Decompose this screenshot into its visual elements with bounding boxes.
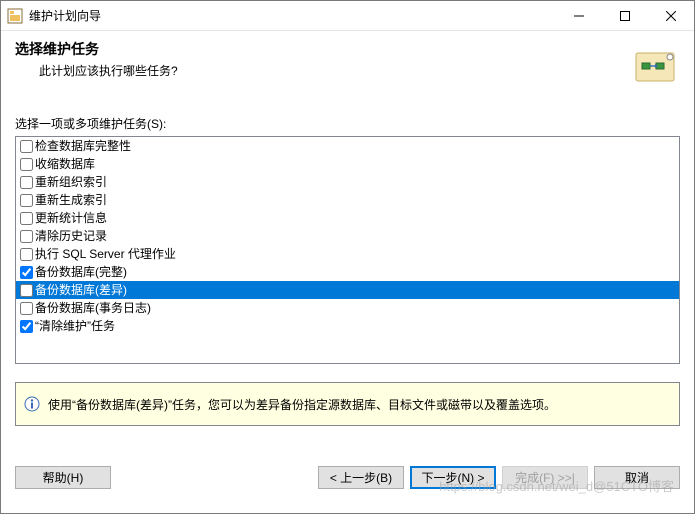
window-title: 维护计划向导 [29,7,556,24]
task-item-3[interactable]: 重新生成索引 [16,191,679,209]
task-checkbox-3[interactable] [20,194,33,207]
task-label-0: 检查数据库完整性 [35,137,131,155]
window-controls [556,1,694,30]
tasks-list-label: 选择一项或多项维护任务(S): [15,115,680,132]
next-button[interactable]: 下一步(N) > [410,466,496,489]
task-item-7[interactable]: 备份数据库(完整) [16,263,679,281]
titlebar: 维护计划向导 [1,1,694,31]
task-item-5[interactable]: 清除历史记录 [16,227,679,245]
minimize-button[interactable] [556,1,602,30]
info-icon [24,396,40,412]
page-subtitle: 此计划应该执行哪些任务? [39,62,680,79]
task-checkbox-7[interactable] [20,266,33,279]
task-label-2: 重新组织索引 [35,173,107,191]
task-label-1: 收缩数据库 [35,155,95,173]
task-checkbox-2[interactable] [20,176,33,189]
task-item-4[interactable]: 更新统计信息 [16,209,679,227]
task-item-0[interactable]: 检查数据库完整性 [16,137,679,155]
content-area: 选择一项或多项维护任务(S): 检查数据库完整性收缩数据库重新组织索引重新生成索… [1,101,694,364]
cancel-button[interactable]: 取消 [594,466,680,489]
task-item-6[interactable]: 执行 SQL Server 代理作业 [16,245,679,263]
task-item-2[interactable]: 重新组织索引 [16,173,679,191]
task-item-9[interactable]: 备份数据库(事务日志) [16,299,679,317]
task-label-10: “清除维护”任务 [35,317,115,335]
task-description-panel: 使用“备份数据库(差异)”任务，您可以为差异备份指定源数据库、目标文件或磁带以及… [15,382,680,426]
task-label-4: 更新统计信息 [35,209,107,227]
task-checkbox-5[interactable] [20,230,33,243]
task-label-9: 备份数据库(事务日志) [35,299,151,317]
task-item-10[interactable]: “清除维护”任务 [16,317,679,335]
page-title: 选择维护任务 [15,39,680,59]
maximize-button[interactable] [602,1,648,30]
task-checkbox-0[interactable] [20,140,33,153]
app-icon [7,8,23,24]
wizard-footer: 帮助(H) < 上一步(B) 下一步(N) > 完成(F) >>| 取消 [1,456,694,513]
task-label-5: 清除历史记录 [35,227,107,245]
header-graphic-icon [630,43,678,91]
task-label-8: 备份数据库(差异) [35,281,127,299]
close-button[interactable] [648,1,694,30]
help-button[interactable]: 帮助(H) [15,466,111,489]
task-label-6: 执行 SQL Server 代理作业 [35,245,176,263]
task-label-3: 重新生成索引 [35,191,107,209]
task-checkbox-4[interactable] [20,212,33,225]
task-checkbox-10[interactable] [20,320,33,333]
task-checkbox-1[interactable] [20,158,33,171]
back-button[interactable]: < 上一步(B) [318,466,404,489]
task-label-7: 备份数据库(完整) [35,263,127,281]
task-checkbox-6[interactable] [20,248,33,261]
task-checkbox-9[interactable] [20,302,33,315]
tasks-listbox[interactable]: 检查数据库完整性收缩数据库重新组织索引重新生成索引更新统计信息清除历史记录执行 … [15,136,680,364]
wizard-header: 选择维护任务 此计划应该执行哪些任务? [1,31,694,101]
task-item-1[interactable]: 收缩数据库 [16,155,679,173]
task-item-8[interactable]: 备份数据库(差异) [16,281,679,299]
task-description-text: 使用“备份数据库(差异)”任务，您可以为差异备份指定源数据库、目标文件或磁带以及… [48,396,556,413]
task-checkbox-8[interactable] [20,284,33,297]
finish-button: 完成(F) >>| [502,466,588,489]
